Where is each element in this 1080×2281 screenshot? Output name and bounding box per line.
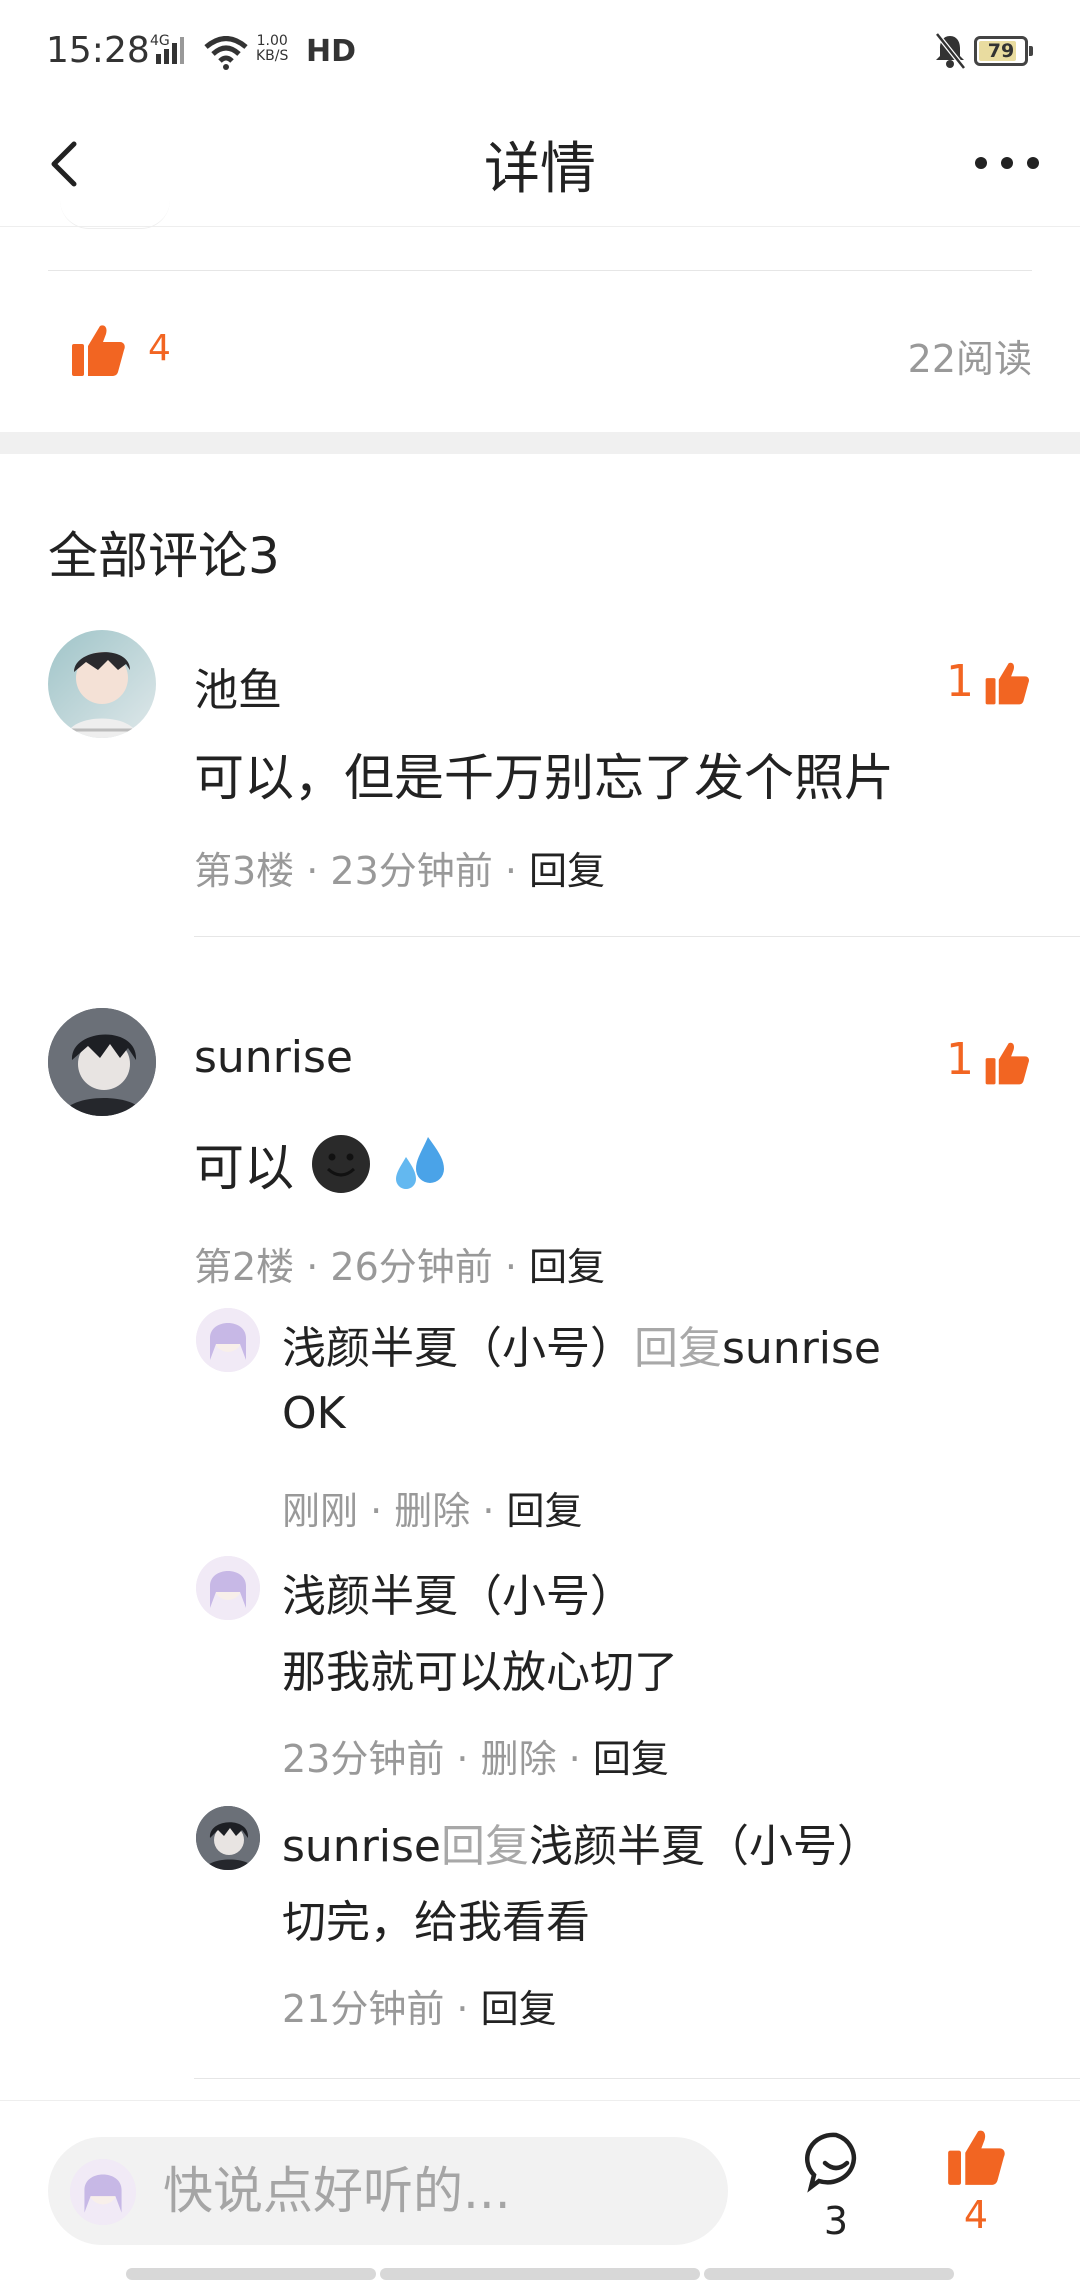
comment-author[interactable]: sunrise (194, 1032, 353, 1083)
page-title: 详情 (484, 137, 596, 202)
thumbs-up-icon[interactable] (984, 660, 1030, 706)
gesture-bar (380, 2268, 700, 2280)
sub-reply-author[interactable]: 浅颜半夏（小号） (282, 1560, 634, 1624)
divider (48, 270, 1032, 271)
avatar-illustration (70, 2159, 136, 2225)
reply-button[interactable]: 回复 (481, 1987, 557, 2031)
thumbs-up-icon[interactable] (70, 322, 126, 378)
comment-count-button[interactable]: 3 (800, 2131, 872, 2243)
avatar[interactable] (196, 1308, 260, 1372)
comment-meta: 第3楼 · 23分钟前 · 回复 (194, 840, 605, 895)
like-button[interactable]: 4 (940, 2127, 1012, 2237)
comment-text: 可以，但是千万别忘了发个照片 (194, 749, 894, 807)
comment-count: 3 (823, 2199, 849, 2243)
avatar[interactable] (196, 1806, 260, 1870)
comment-text: 可以 (194, 1139, 294, 1197)
comment-input-container[interactable] (48, 2137, 728, 2245)
avatar-illustration (48, 1008, 156, 1116)
reply-indicator: 回复 (441, 1821, 530, 1872)
sub-reply-meta: 23分钟前 · 删除 · 回复 (282, 1728, 669, 1783)
smiling-face-emoji-icon (311, 1135, 370, 1193)
comments-header: 全部评论3 (48, 527, 280, 585)
sub-reply-header: sunrise回复浅颜半夏（小号） (282, 1810, 881, 1874)
hd-indicator: HD (306, 34, 357, 69)
sub-reply-text: 切完，给我看看 (282, 1897, 590, 1948)
sub-reply-time: 21分钟前 · (282, 1987, 481, 2031)
avatar[interactable] (196, 1556, 260, 1620)
sub-reply-meta: 刚刚 · 删除 · 回复 (282, 1480, 583, 1535)
sub-reply-time-delete[interactable]: 23分钟前 · 删除 · (282, 1737, 593, 1781)
wifi-icon (204, 36, 248, 70)
sub-reply-text: OK (282, 1388, 346, 1439)
sub-reply-meta: 21分钟前 · 回复 (282, 1978, 557, 2033)
comment-bubble-icon (805, 2132, 857, 2193)
divider (194, 2078, 1080, 2079)
divider (194, 936, 1080, 937)
sub-reply-header: 浅颜半夏（小号）回复sunrise (282, 1312, 881, 1376)
status-bar: 15:28 4G 1.00 KB/S HD 79 (0, 0, 1080, 110)
comment-meta: 第2楼 · 26分钟前 · 回复 (194, 1236, 605, 1291)
comment-like-count: 1 (946, 1034, 974, 1085)
sub-reply-author[interactable]: sunrise (282, 1821, 441, 1872)
reply-button[interactable]: 回复 (506, 1489, 582, 1533)
avatar-illustration (66, 652, 138, 738)
avatar-illustration (196, 1806, 260, 1870)
post-like-count: 4 (148, 328, 171, 369)
reply-indicator: 回复 (634, 1323, 722, 1374)
sweat-droplets-emoji-icon (395, 1137, 444, 1189)
bottom-comment-bar: 3 4 (0, 2100, 1080, 2281)
network-indicator: 4G (150, 34, 184, 64)
comment-floor-time: 第2楼 · 26分钟前 · (194, 1245, 530, 1289)
read-count: 22阅读 (907, 337, 1032, 381)
more-options-icon[interactable] (972, 138, 1042, 188)
thumbs-up-icon[interactable] (984, 1040, 1030, 1086)
avatar[interactable] (48, 1008, 156, 1116)
gesture-bar (704, 2268, 954, 2280)
section-gap (0, 432, 1080, 454)
reply-button[interactable]: 回复 (593, 1737, 669, 1781)
comment-input[interactable] (163, 2137, 703, 2245)
my-avatar (70, 2159, 136, 2225)
thumbs-up-icon (948, 2130, 1005, 2185)
sub-reply-author[interactable]: 浅颜半夏（小号） (282, 1323, 634, 1374)
battery-level: 79 (987, 40, 1015, 62)
reply-target[interactable]: sunrise (722, 1323, 881, 1374)
speed-unit: KB/S (256, 48, 289, 64)
speed-value: 1.00 (256, 33, 288, 49)
comment-author[interactable]: 池鱼 (194, 654, 282, 718)
mute-bell-icon (935, 32, 966, 70)
battery-indicator: 79 (974, 36, 1033, 66)
sub-reply-time-delete[interactable]: 刚刚 · 删除 · (282, 1489, 506, 1533)
comment-like-count: 1 (946, 656, 974, 707)
scrolled-content-remnant (60, 200, 170, 229)
avatar[interactable] (48, 630, 156, 738)
reply-button[interactable]: 回复 (529, 1245, 605, 1289)
status-time: 15:28 (46, 30, 150, 71)
reply-button[interactable]: 回复 (529, 849, 605, 893)
gesture-bar (126, 2268, 376, 2280)
like-count: 4 (963, 2193, 989, 2237)
signal-icon (156, 37, 184, 64)
reply-target[interactable]: 浅颜半夏（小号） (529, 1821, 881, 1872)
sub-reply-text: 那我就可以放心切了 (282, 1647, 678, 1698)
comment-text-row: 可以 (194, 1128, 450, 1200)
avatar-illustration (196, 1556, 260, 1620)
comment-floor-time: 第3楼 · 23分钟前 · (194, 849, 530, 893)
network-speed: 1.00 KB/S (256, 34, 288, 64)
avatar-illustration (196, 1308, 260, 1372)
